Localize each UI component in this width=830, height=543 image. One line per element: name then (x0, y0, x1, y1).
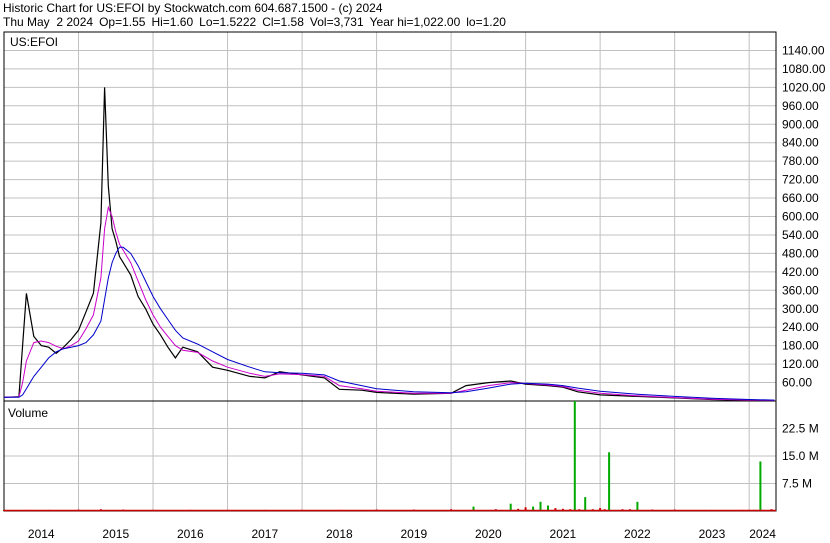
price-tick-label-4: 300.00 (782, 302, 819, 316)
grid-layer (3, 32, 776, 511)
price-tick-label-12: 780.00 (782, 154, 819, 168)
year-tick-label-6: 2020 (475, 527, 502, 541)
chart-canvas: US:EFOI Volume 60.00 120.00 180.00 240.00 30… (3, 31, 826, 541)
price-tick-label-13: 840.00 (782, 136, 819, 150)
label-layer: 60.00 120.00 180.00 240.00 300.00 360.00 420.0… (28, 43, 826, 541)
volume-bar-32 (608, 452, 611, 511)
price-tick-label-10: 660.00 (782, 191, 819, 205)
price-tick-label-16: 1020.00 (782, 80, 826, 94)
symbol-label: US:EFOI (10, 35, 58, 49)
price-tick-label-0: 60.00 (782, 376, 812, 390)
year-tick-label-10: 2024 (749, 527, 776, 541)
volume-bar-42 (759, 461, 762, 511)
year-tick-label-3: 2017 (251, 527, 278, 541)
price-tick-label-3: 240.00 (782, 320, 819, 334)
year-tick-label-2: 2016 (177, 527, 204, 541)
stock-chart-window: Historic Chart for US:EFOI by Stockwatch… (0, 0, 830, 543)
price-tick-label-11: 720.00 (782, 173, 819, 187)
price-tick-label-7: 480.00 (782, 246, 819, 260)
year-tick-label-0: 2014 (28, 527, 55, 541)
volume-bar-21 (539, 501, 542, 511)
price-tick-label-9: 600.00 (782, 210, 819, 224)
price-tick-label-18: 1140.00 (782, 43, 825, 57)
moving-average-short-line (3, 205, 775, 401)
year-tick-label-5: 2019 (400, 527, 427, 541)
volume-panel-title: Volume (8, 406, 48, 420)
volume-tick-label-2: 22.5 M (782, 422, 819, 436)
series-layer (3, 87, 775, 402)
year-tick-label-7: 2021 (550, 527, 577, 541)
moving-average-long-line (4, 246, 775, 401)
price-tick-label-6: 420.00 (782, 265, 819, 279)
year-tick-label-4: 2018 (326, 527, 353, 541)
year-tick-label-8: 2022 (624, 527, 651, 541)
price-tick-label-15: 960.00 (782, 99, 819, 113)
price-tick-label-14: 900.00 (782, 117, 819, 131)
price-tick-label-1: 120.00 (782, 357, 819, 371)
volume-tick-label-1: 15.0 M (782, 449, 819, 463)
volume-tick-label-0: 7.5 M (782, 477, 812, 491)
year-tick-label-1: 2015 (102, 527, 129, 541)
volume-bar-26 (573, 401, 576, 511)
price-tick-label-2: 180.00 (782, 339, 819, 353)
price-tick-label-8: 540.00 (782, 228, 819, 242)
volume-bar-28 (584, 497, 587, 511)
price-tick-label-17: 1080.00 (782, 62, 826, 76)
price-tick-label-5: 360.00 (782, 283, 819, 297)
volume-bar-35 (636, 501, 639, 511)
year-tick-label-9: 2023 (699, 527, 726, 541)
